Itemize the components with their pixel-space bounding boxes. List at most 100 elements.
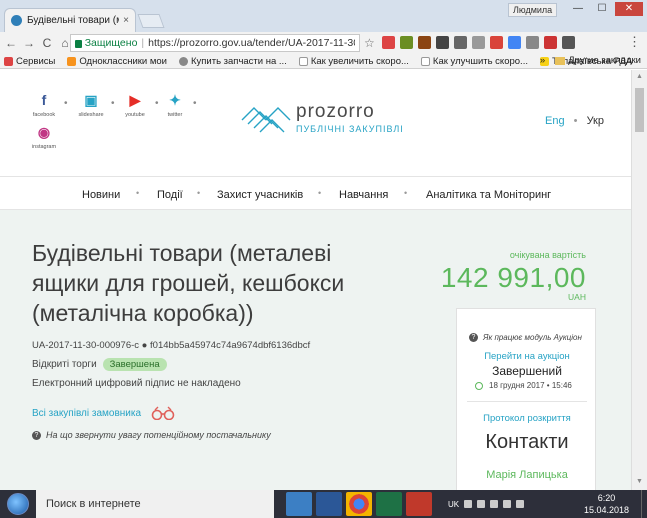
odnoklassniki-icon [67, 56, 77, 66]
prozorro-logo-icon [241, 107, 291, 133]
supplier-warning-link[interactable]: ? На що звернути увагу потенційному пост… [32, 430, 271, 440]
binoculars-icon[interactable] [150, 406, 176, 420]
logo-name: prozorro [296, 100, 375, 122]
extension-icon[interactable] [562, 36, 575, 49]
close-window-button[interactable]: ✕ [615, 2, 643, 16]
page-scrollbar[interactable]: ▲ ▼ [631, 70, 647, 490]
extension-icon[interactable] [490, 36, 503, 49]
auction-help-link[interactable]: ? Як працює модуль Аукціон [469, 333, 582, 342]
app-icon[interactable] [406, 492, 432, 516]
back-button[interactable]: ← [4, 36, 18, 50]
nav-analytics[interactable]: Аналітика та Моніторинг [426, 189, 551, 201]
lang-ukr[interactable]: Укр [587, 115, 604, 127]
taskbar-search[interactable]: Поиск в интернете [36, 490, 274, 518]
prozorro-favicon-icon [11, 15, 22, 26]
lock-icon [75, 40, 82, 48]
window-controls: — ☐ ✕ [567, 2, 643, 16]
extension-icon[interactable] [544, 36, 557, 49]
web-page: f facebook • ▣ slideshare • ▶ youtube • … [0, 70, 631, 490]
all-procurements-link[interactable]: Всі закупівлі замовника [32, 408, 141, 419]
nav-training[interactable]: Навчання [339, 189, 388, 201]
extension-icon[interactable] [454, 36, 467, 49]
bookmarks-right: » Другие закладки [540, 55, 641, 66]
social-slideshare[interactable]: ▣ slideshare [71, 92, 111, 118]
lang-separator: • [573, 115, 578, 127]
extension-icon[interactable] [382, 36, 395, 49]
scrollbar-thumb[interactable] [635, 88, 644, 132]
go-to-auction-link[interactable]: Перейти на аукціон [457, 351, 597, 362]
social-youtube[interactable]: ▶ youtube [115, 92, 155, 118]
forward-button[interactable]: → [22, 36, 36, 50]
language-switcher: Eng • Укр [545, 115, 604, 127]
word-icon[interactable] [316, 492, 342, 516]
network-icon[interactable] [490, 500, 499, 508]
social-separator: • [111, 98, 115, 109]
main-nav: Новини • Події • Захист учасників • Навч… [0, 176, 631, 210]
clock-icon [475, 381, 483, 390]
windows-taskbar: Поиск в интернете UK 6:20 15.04.2018 [0, 490, 647, 518]
auction-status: Завершений [492, 364, 562, 378]
bookmark-item[interactable]: Одноклассники мои [67, 56, 167, 67]
scroll-down-icon[interactable]: ▼ [636, 478, 643, 485]
tray-icon[interactable] [477, 500, 486, 508]
browser-menu-icon[interactable]: ⋮ [628, 34, 641, 50]
battery-icon[interactable] [516, 500, 525, 508]
excel-icon[interactable] [376, 492, 402, 516]
signature-status: Електронний цифровий підпис не накладено [32, 378, 241, 389]
status-badge: Завершена [102, 358, 167, 371]
extension-icons [382, 36, 575, 49]
social-instagram[interactable]: ◉ instagram [24, 124, 64, 150]
volume-icon[interactable] [503, 500, 512, 508]
minimize-button[interactable]: — [567, 2, 589, 16]
other-bookmarks[interactable]: Другие закладки [568, 55, 641, 66]
bookmark-item[interactable]: Как улучшить скоро... [420, 56, 528, 67]
apps-icon [4, 56, 13, 66]
show-desktop-button[interactable] [641, 490, 647, 518]
clock-date: 15.04.2018 [583, 505, 629, 515]
profile-button[interactable]: Людмила [508, 3, 558, 17]
lang-eng[interactable]: Eng [545, 115, 565, 127]
extension-icon[interactable] [400, 36, 413, 49]
tab-title: Будівельні товари (мета... [27, 15, 119, 26]
chrome-icon[interactable] [346, 492, 372, 516]
extension-icon[interactable] [418, 36, 431, 49]
social-label: facebook [32, 112, 56, 118]
nav-news[interactable]: Новини [82, 189, 120, 201]
ie-icon[interactable] [286, 492, 312, 516]
extension-icon[interactable] [436, 36, 449, 49]
extension-icon[interactable] [526, 36, 539, 49]
social-facebook[interactable]: f facebook [24, 92, 64, 118]
more-bookmarks-button[interactable]: » [540, 55, 545, 66]
slideshare-icon: ▣ [84, 92, 98, 108]
opening-protocol-link[interactable]: Протокол розкриття [457, 413, 597, 424]
nav-events[interactable]: Події [157, 189, 183, 201]
nav-separator: • [404, 188, 408, 198]
maximize-button[interactable]: ☐ [591, 2, 613, 16]
browser-titlebar: Будівельні товари (мета... × Людмила — ☐… [0, 0, 647, 32]
taskbar-apps [286, 492, 432, 516]
nav-participant-protection[interactable]: Захист учасників [217, 189, 303, 201]
instagram-icon: ◉ [37, 124, 51, 140]
social-label: instagram [31, 144, 57, 150]
bookmark-star-icon[interactable]: ☆ [364, 36, 375, 50]
prozorro-logo[interactable]: prozorro ПУБЛІЧНІ ЗАКУПІВЛІ [240, 100, 404, 134]
browser-tab[interactable]: Будівельні товари (мета... × [4, 8, 136, 32]
input-language[interactable]: UK [448, 500, 459, 509]
social-twitter[interactable]: ✦ twitter [155, 92, 195, 118]
tab-close-icon[interactable]: × [123, 15, 129, 26]
tray-icon[interactable] [464, 500, 473, 508]
extension-icon[interactable] [472, 36, 485, 49]
bookmark-item[interactable]: Как увеличить скоро... [298, 56, 409, 67]
bookmark-item[interactable]: Купить запчасти на ... [178, 56, 287, 67]
taskbar-clock[interactable]: 6:20 15.04.2018 [584, 492, 629, 516]
bookmark-item[interactable]: Сервисы [4, 56, 55, 67]
address-bar[interactable]: Защищено | https://prozorro.gov.ua/tende… [70, 34, 360, 52]
reload-button[interactable]: C [40, 36, 54, 50]
page-icon [298, 56, 308, 66]
new-tab-button[interactable] [137, 14, 165, 28]
scroll-up-icon[interactable]: ▲ [636, 73, 643, 80]
extension-icon[interactable] [508, 36, 521, 49]
start-button[interactable] [0, 490, 36, 518]
auction-date-text: 18 грудня 2017 • 15:46 [489, 381, 572, 390]
procedure-label: Відкриті торги [32, 359, 97, 370]
